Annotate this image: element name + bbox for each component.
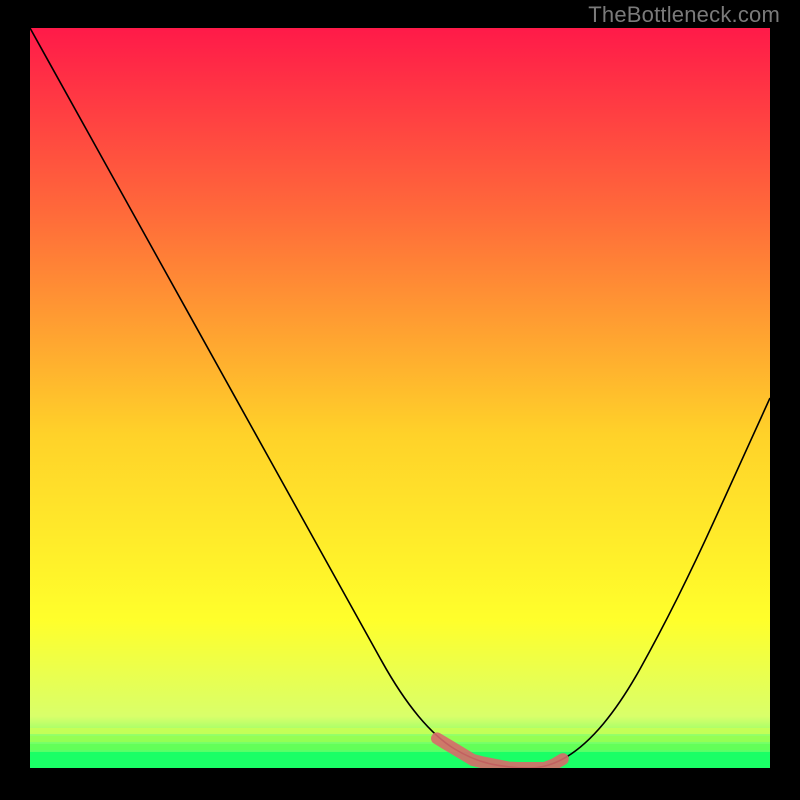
plot-area (30, 28, 770, 768)
watermark-text: TheBottleneck.com (588, 2, 780, 28)
bottom-stripe-1 (30, 728, 770, 734)
bottom-stripe-3 (30, 744, 770, 750)
gradient-background (30, 28, 770, 768)
bottom-stripe-2 (30, 736, 770, 742)
bottom-stripe-4 (30, 752, 770, 768)
chart-container: TheBottleneck.com (0, 0, 800, 800)
plot-svg (30, 28, 770, 768)
